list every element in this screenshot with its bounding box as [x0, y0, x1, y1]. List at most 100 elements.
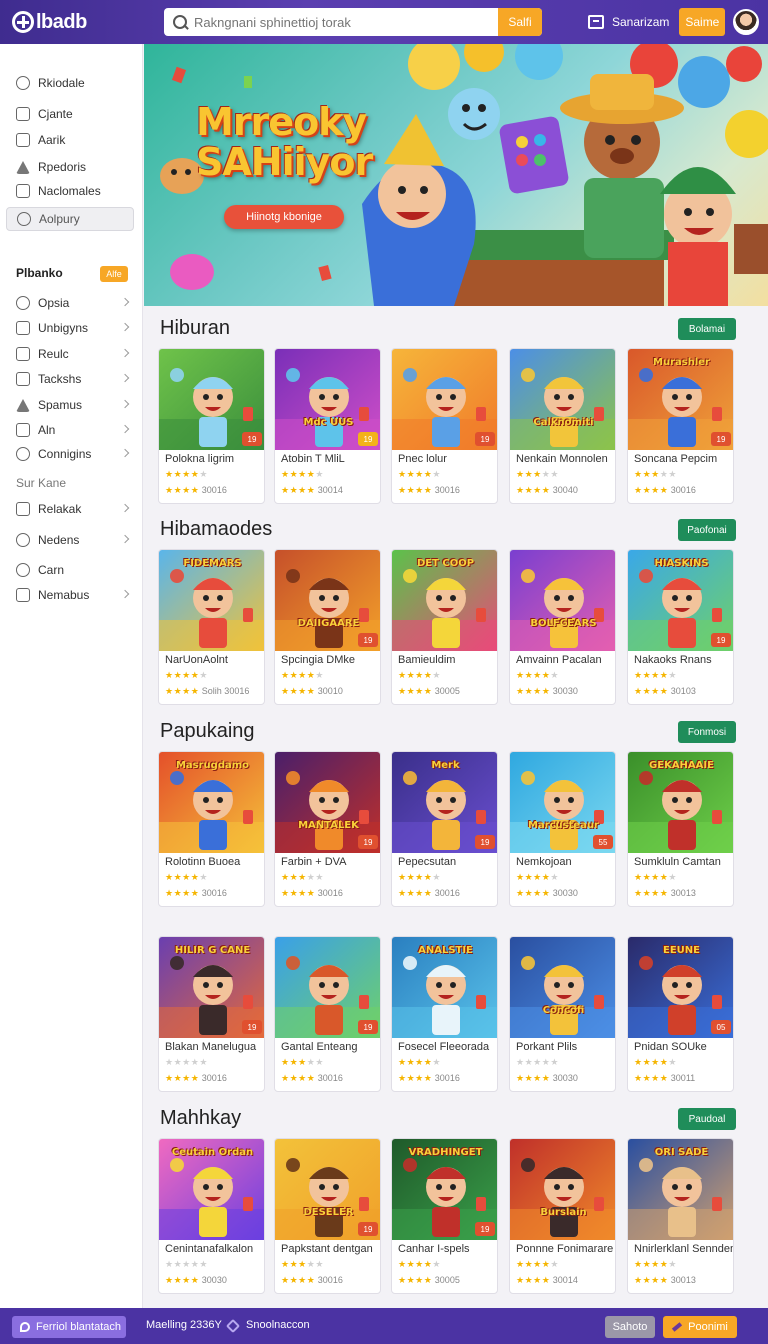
game-thumbnail[interactable]: GEKAHAAIE	[628, 752, 733, 853]
game-thumbnail[interactable]: Merk 19	[392, 752, 497, 853]
game-card[interactable]: 19 Gantal Enteang ★★★★★ ★★★★ 30016	[274, 936, 381, 1092]
game-card[interactable]: HIASKINS 19 Nakaoks Rnans ★★★★★ ★★★★ 30103	[627, 549, 734, 705]
game-title[interactable]: Spcingia DMke	[281, 654, 355, 666]
game-title[interactable]: Nemkojoan	[516, 856, 572, 868]
search-input[interactable]	[194, 14, 498, 30]
game-card[interactable]: DET COOP Bamieuldim ★★★★★ ★★★★ 30005	[391, 549, 498, 705]
game-card[interactable]: Merk 19 Pepecsutan ★★★★★ ★★★★ 30016	[391, 751, 498, 907]
game-thumbnail[interactable]: DAIIGAARE 19	[275, 550, 380, 651]
sidebar-group-item-5[interactable]: Aln	[6, 418, 134, 442]
game-thumbnail[interactable]: VRADHINGET 19	[392, 1139, 497, 1240]
game-thumbnail[interactable]: ORI SADE	[628, 1139, 733, 1240]
game-title[interactable]: Blakan Manelugua	[165, 1041, 256, 1053]
game-title[interactable]: Pnidan SOUke	[634, 1041, 707, 1053]
footer-orange-button[interactable]: Poonimi	[663, 1316, 737, 1338]
message-icon[interactable]	[588, 15, 604, 29]
game-title[interactable]: Polokna ligrim	[165, 453, 234, 465]
game-title[interactable]: Bamieuldim	[398, 654, 455, 666]
section-more-button[interactable]: Fonmosi	[678, 721, 736, 743]
avatar[interactable]	[733, 9, 760, 35]
game-card[interactable]: VRADHINGET 19 Canhar I-spels ★★★★★ ★★★★ 3000…	[391, 1138, 498, 1294]
game-title[interactable]: Ponnne Fonimarare	[516, 1243, 613, 1255]
game-thumbnail[interactable]: DET COOP	[392, 550, 497, 651]
game-title[interactable]: Amvainn Pacalan	[516, 654, 602, 666]
game-title[interactable]: Nakaoks Rnans	[634, 654, 712, 666]
sidebar-more-item-1[interactable]: Nedens	[6, 528, 134, 552]
game-thumbnail[interactable]: 19	[392, 349, 497, 450]
game-card[interactable]: 19 Polokna ligrim ★★★★★ ★★★★ 30016	[158, 348, 265, 504]
game-card[interactable]: FIDEMARS NarUonAolnt ★★★★★ ★★★★ Solih 30016	[158, 549, 265, 705]
game-title[interactable]: Fosecel Fleeorada	[398, 1041, 489, 1053]
sidebar-more-item-0[interactable]: Relakak	[6, 497, 134, 521]
logo[interactable]: lbadb	[12, 11, 87, 34]
sidebar-group-item-2[interactable]: Reulc	[6, 342, 134, 366]
footer-left-button[interactable]: Ferriol blantatach	[12, 1316, 126, 1338]
search-button[interactable]: Salfi	[498, 8, 542, 36]
sidebar-group-item-1[interactable]: Unbigyns	[6, 316, 134, 340]
game-title[interactable]: Gantal Enteang	[281, 1041, 357, 1053]
game-thumbnail[interactable]: Masrugdamo	[159, 752, 264, 853]
sidebar-item-active[interactable]: Aolpury	[6, 207, 134, 231]
game-thumbnail[interactable]: Concofi	[510, 937, 615, 1038]
game-card[interactable]: HILIR G CANE 19 Blakan Manelugua ★★★★★ ★★★★ …	[158, 936, 265, 1092]
footer-grey-button[interactable]: Sahoto	[605, 1316, 655, 1338]
game-card[interactable]: ANALSTIE Fosecel Fleeorada ★★★★★ ★★★★ 30016	[391, 936, 498, 1092]
user-name[interactable]: Sanarizam	[612, 15, 669, 29]
game-title[interactable]: Soncana Pepcim	[634, 453, 717, 465]
sidebar-item-home[interactable]: Rkiodale	[6, 71, 134, 95]
game-title[interactable]: Porkant Plils	[516, 1041, 577, 1053]
game-card[interactable]: 19 Pnec lolur ★★★★★ ★★★★ 30016	[391, 348, 498, 504]
game-thumbnail[interactable]: Murashler 19	[628, 349, 733, 450]
game-thumbnail[interactable]: FIDEMARS	[159, 550, 264, 651]
game-title[interactable]: Cenintanafalkalon	[165, 1243, 253, 1255]
game-card[interactable]: Concofi Porkant Plils ★★★★★ ★★★★ 30030	[509, 936, 616, 1092]
game-card[interactable]: Calknomiti Nenkain Monnolen ★★★★★ ★★★★ 3004…	[509, 348, 616, 504]
game-card[interactable]: DAIIGAARE 19 Spcingia DMke ★★★★★ ★★★★ 30010	[274, 549, 381, 705]
game-title[interactable]: Pepecsutan	[398, 856, 456, 868]
sidebar-group-item-4[interactable]: Spamus	[6, 393, 134, 417]
game-card[interactable]: EEUNE 05 Pnidan SOUke ★★★★★ ★★★★ 30011	[627, 936, 734, 1092]
game-thumbnail[interactable]: DESELER 19	[275, 1139, 380, 1240]
game-thumbnail[interactable]: BOLFCEARS	[510, 550, 615, 651]
game-title[interactable]: Rolotinn Buoea	[165, 856, 240, 868]
sidebar-item-1[interactable]: Cjante	[6, 102, 134, 126]
game-title[interactable]: Papkstant dentgan	[281, 1243, 373, 1255]
sidebar-group-item-3[interactable]: Tackshs	[6, 367, 134, 391]
game-card[interactable]: Burslain Ponnne Fonimarare ★★★★★ ★★★★ 30014	[509, 1138, 616, 1294]
game-card[interactable]: GEKAHAAIE Sumkluln Camtan ★★★★★ ★★★★ 30013	[627, 751, 734, 907]
game-card[interactable]: Masrugdamo Rolotinn Buoea ★★★★★ ★★★★ 30016	[158, 751, 265, 907]
section-more-button[interactable]: Paofonai	[678, 519, 736, 541]
sidebar-item-3[interactable]: Rpedoris	[6, 155, 134, 179]
game-thumbnail[interactable]: HILIR G CANE 19	[159, 937, 264, 1038]
game-card[interactable]: ORI SADE Nnirlerklanl Sennden ★★★★★ ★★★★ 30…	[627, 1138, 734, 1294]
game-thumbnail[interactable]: HIASKINS 19	[628, 550, 733, 651]
game-title[interactable]: Farbin + DVA	[281, 856, 347, 868]
game-title[interactable]: Pnec lolur	[398, 453, 447, 465]
game-thumbnail[interactable]: Calknomiti	[510, 349, 615, 450]
sidebar-more-item-2[interactable]: Carn	[6, 558, 134, 582]
game-card[interactable]: Marcusteaur 55 Nemkojoan ★★★★★ ★★★★ 30030	[509, 751, 616, 907]
game-thumbnail[interactable]: MANTALEK 19	[275, 752, 380, 853]
game-thumbnail[interactable]: EEUNE 05	[628, 937, 733, 1038]
game-thumbnail[interactable]: Ceutain Ordan	[159, 1139, 264, 1240]
sidebar-group-item-6[interactable]: Connigins	[6, 442, 134, 466]
header-action-button[interactable]: Saime	[679, 8, 726, 36]
game-card[interactable]: BOLFCEARS Amvainn Pacalan ★★★★★ ★★★★ 30030	[509, 549, 616, 705]
game-thumbnail[interactable]: 19	[159, 349, 264, 450]
game-thumbnail[interactable]: Marcusteaur 55	[510, 752, 615, 853]
game-card[interactable]: DESELER 19 Papkstant dentgan ★★★★★ ★★★★ 3001…	[274, 1138, 381, 1294]
sidebar-item-4[interactable]: Naclomales	[6, 179, 134, 203]
game-title[interactable]: Canhar I-spels	[398, 1243, 470, 1255]
game-title[interactable]: Nnirlerklanl Sennden	[634, 1243, 733, 1255]
game-card[interactable]: Mdc UUS 19 Atobin T MliL ★★★★★ ★★★★ 30014	[274, 348, 381, 504]
game-title[interactable]: Atobin T MliL	[281, 453, 345, 465]
sidebar-item-2[interactable]: Aarik	[6, 128, 134, 152]
game-thumbnail[interactable]: ANALSTIE	[392, 937, 497, 1038]
section-more-button[interactable]: Bolamai	[678, 318, 736, 340]
game-thumbnail[interactable]: 19	[275, 937, 380, 1038]
sidebar-group-item-0[interactable]: Opsia	[6, 291, 134, 315]
game-card[interactable]: MANTALEK 19 Farbin + DVA ★★★★★ ★★★★ 30016	[274, 751, 381, 907]
game-title[interactable]: NarUonAolnt	[165, 654, 228, 666]
section-more-button[interactable]: Paudoal	[678, 1108, 736, 1130]
footer-link[interactable]: Snoolnaccon	[246, 1319, 310, 1331]
